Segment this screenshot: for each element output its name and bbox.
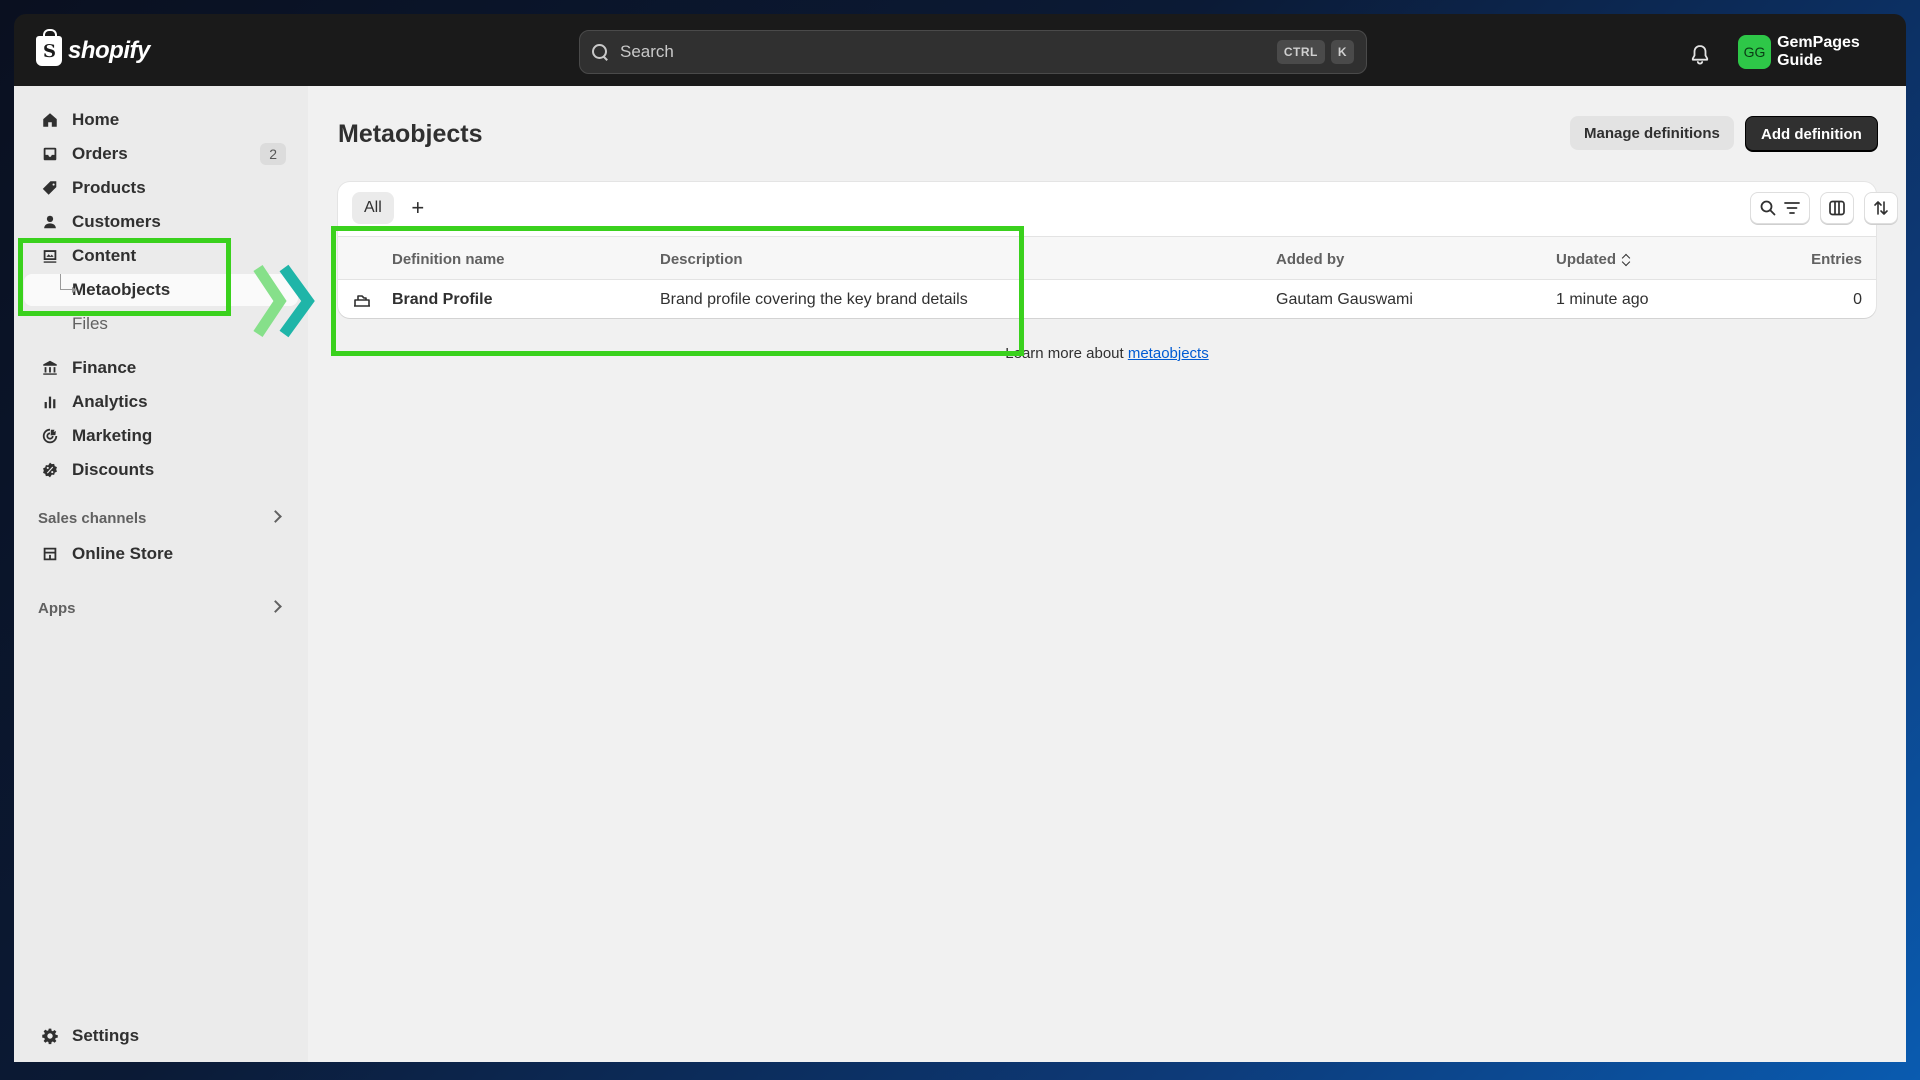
avatar: GG [1738, 35, 1772, 69]
search-placeholder: Search [620, 42, 674, 61]
gear-icon [40, 1026, 60, 1046]
filter-icon [1784, 202, 1800, 214]
bar-chart-icon [40, 392, 60, 412]
sidebar-item-settings[interactable]: Settings [24, 1020, 298, 1052]
sidebar-item-label: Home [72, 110, 120, 129]
top-bar: shopify Search CTRL K GG GemPages Guide [14, 14, 1906, 86]
sales-channels-header[interactable]: Sales channels [24, 504, 298, 532]
sidebar-item-analytics[interactable]: Analytics [24, 386, 298, 418]
definition-updated: 1 minute ago [1556, 291, 1649, 308]
shopify-bag-icon [36, 29, 62, 66]
tag-icon [40, 178, 60, 198]
person-icon [40, 212, 60, 232]
target-icon [40, 426, 60, 446]
home-icon [40, 110, 60, 130]
account-name: GemPages Guide [1777, 34, 1860, 69]
sort-button[interactable] [1864, 192, 1898, 224]
sort-arrows-icon [1874, 201, 1888, 215]
shopify-logo[interactable]: shopify [36, 29, 150, 66]
orders-icon [40, 144, 60, 164]
apps-header[interactable]: Apps [24, 594, 298, 622]
sidebar-item-orders[interactable]: Orders 2 [24, 138, 298, 170]
sidebar-item-finance[interactable]: Finance [24, 352, 298, 384]
sidebar-item-label: Orders [72, 144, 128, 163]
sidebar-item-label: Discounts [72, 460, 155, 479]
tab-all[interactable]: All [352, 192, 394, 224]
metaobjects-help-link[interactable]: metaobjects [1128, 345, 1209, 362]
sidebar-item-label: Customers [72, 212, 161, 231]
sidebar-item-label: Finance [72, 358, 137, 377]
discount-icon [40, 460, 60, 480]
bank-icon [40, 358, 60, 378]
column-header-updated[interactable]: Updated [1556, 251, 1630, 268]
add-view-button[interactable]: + [404, 194, 432, 222]
sidebar-item-marketing[interactable]: Marketing [24, 420, 298, 452]
view-tabs: All + [352, 192, 432, 224]
chevron-right-icon [269, 510, 282, 523]
notifications-bell-icon[interactable] [1690, 44, 1710, 66]
orders-count-badge: 2 [260, 143, 286, 165]
sidebar-item-label: Analytics [72, 392, 148, 411]
sidebar: Home Orders 2 Products Customers Content… [14, 86, 308, 1062]
brand-name: shopify [68, 37, 150, 64]
sidebar-item-online-store[interactable]: Online Store [24, 538, 298, 570]
sidebar-item-label: Online Store [72, 544, 174, 563]
sidebar-item-customers[interactable]: Customers [24, 206, 298, 238]
apps-label: Apps [38, 599, 76, 617]
search-icon [592, 44, 608, 60]
search-icon [1760, 200, 1776, 216]
sidebar-item-label: Settings [72, 1026, 140, 1045]
sidebar-item-label: Products [72, 178, 146, 197]
sidebar-item-label: Marketing [72, 426, 153, 445]
highlight-box-sidebar [18, 238, 231, 316]
definition-entries: 0 [1853, 291, 1862, 308]
highlight-box-table [331, 226, 1024, 356]
column-header-entries[interactable]: Entries [1811, 251, 1862, 268]
sidebar-item-home[interactable]: Home [24, 104, 298, 136]
shortcut-key-k: K [1330, 40, 1354, 64]
add-definition-button[interactable]: Add definition [1745, 116, 1878, 152]
double-chevron-arrow-icon [253, 264, 315, 338]
store-icon [40, 544, 60, 564]
sales-channels-label: Sales channels [38, 509, 147, 527]
definition-added-by: Gautam Gauswami [1276, 291, 1413, 308]
sidebar-item-products[interactable]: Products [24, 172, 298, 204]
chevron-right-icon [269, 600, 282, 613]
sort-caret-icon [1622, 254, 1630, 266]
page-title: Metaobjects [338, 120, 483, 148]
manage-definitions-button[interactable]: Manage definitions [1570, 116, 1734, 150]
sidebar-item-label: Files [72, 314, 108, 333]
search-filter-button[interactable] [1750, 192, 1810, 224]
columns-icon [1829, 200, 1845, 216]
column-header-added-by[interactable]: Added by [1276, 251, 1344, 268]
shortcut-key-ctrl: CTRL [1276, 40, 1325, 64]
columns-button[interactable] [1820, 192, 1854, 224]
search-bar[interactable]: Search CTRL K [579, 30, 1367, 74]
sidebar-item-discounts[interactable]: Discounts [24, 454, 298, 486]
column-header-updated-label: Updated [1556, 251, 1616, 268]
account-menu[interactable]: GG GemPages Guide [1738, 34, 1906, 70]
